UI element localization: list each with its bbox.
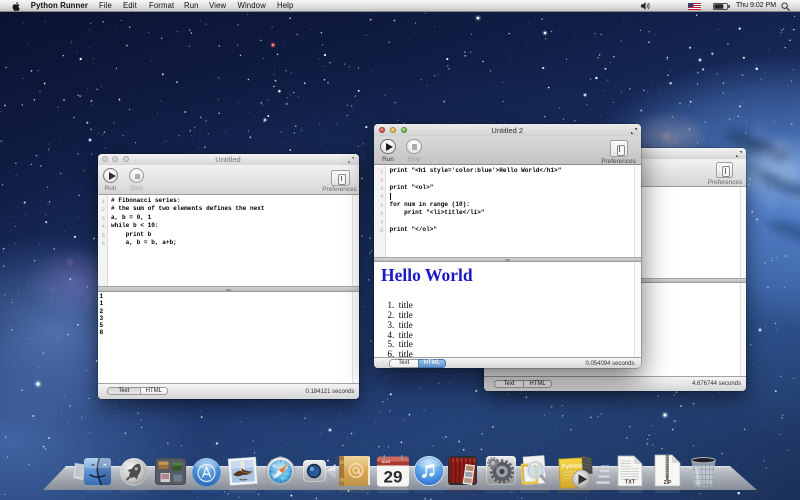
svg-text:ZIP: ZIP [664,480,672,486]
svg-text:AUG: AUG [382,459,391,464]
svg-text:TXT: TXT [625,480,636,486]
svg-text:Python: Python [562,463,583,470]
svg-text:29: 29 [384,468,403,487]
